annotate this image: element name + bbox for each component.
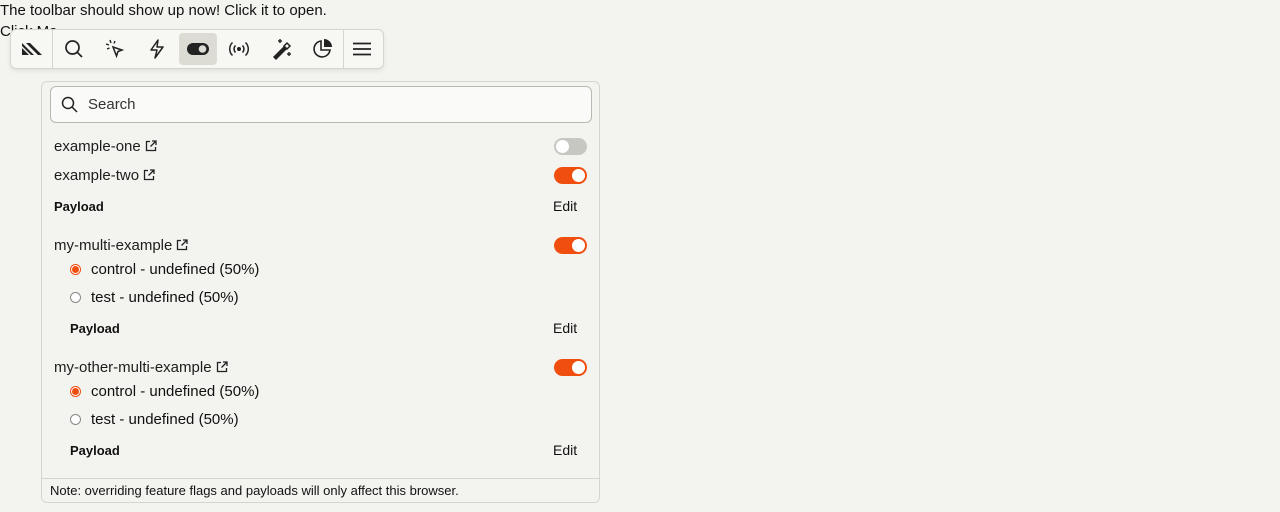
- flag-row-my-multi-example: my-multi-example: [54, 234, 587, 256]
- variant-label: test - undefined (50%): [91, 410, 239, 428]
- external-link-icon[interactable]: [143, 169, 155, 181]
- search-icon[interactable]: [55, 33, 92, 65]
- payload-row: Payload: [70, 439, 120, 461]
- flag-row-example-two: example-two: [54, 164, 587, 186]
- flag-row-my-other-multi-example: my-other-multi-example: [54, 356, 587, 378]
- magic-wand-icon[interactable]: [262, 33, 299, 65]
- external-link-icon[interactable]: [176, 239, 189, 251]
- flag-name[interactable]: my-multi-example: [54, 237, 172, 254]
- toggle-knob: [572, 238, 585, 252]
- broadcast-icon[interactable]: [221, 33, 258, 65]
- toggle-knob: [572, 360, 585, 374]
- variant-radio[interactable]: [70, 385, 81, 397]
- variant-option[interactable]: control - undefined (50%): [70, 258, 259, 280]
- variant-label: control - undefined (50%): [91, 382, 260, 400]
- edit-payload-button[interactable]: Edit: [553, 442, 577, 458]
- edit-payload-button[interactable]: Edit: [553, 320, 577, 336]
- flag-toggle[interactable]: [554, 166, 587, 184]
- variant-radio[interactable]: [70, 413, 81, 425]
- toggle-icon[interactable]: [179, 33, 217, 65]
- search-box[interactable]: [50, 86, 592, 123]
- intro-text: The toolbar should show up now! Click it…: [0, 2, 327, 19]
- payload-label: Payload: [70, 320, 120, 336]
- lightning-icon[interactable]: [138, 33, 175, 65]
- toggle-knob: [572, 168, 585, 182]
- flag-toggle[interactable]: [554, 236, 587, 254]
- flag-toggle[interactable]: [554, 137, 587, 155]
- pointer-click-icon[interactable]: [97, 33, 134, 65]
- flag-name[interactable]: my-other-multi-example: [54, 359, 212, 376]
- external-link-icon[interactable]: [145, 140, 157, 152]
- toolbar-divider: [52, 29, 54, 69]
- search-icon: [61, 96, 78, 113]
- payload-label: Payload: [70, 442, 120, 458]
- variant-label: test - undefined (50%): [91, 288, 239, 306]
- flag-row-example-one: example-one: [54, 135, 587, 157]
- flag-name[interactable]: example-one: [54, 138, 141, 155]
- toolbar: [10, 29, 384, 69]
- feature-flags-panel: example-one example-two Payload Edit my-…: [41, 81, 600, 503]
- flag-name[interactable]: example-two: [54, 167, 139, 184]
- variant-radio[interactable]: [70, 291, 81, 303]
- payload-label: Payload: [54, 198, 104, 214]
- variant-option[interactable]: control - undefined (50%): [70, 380, 259, 402]
- variant-label: control - undefined (50%): [91, 260, 260, 278]
- variant-option[interactable]: test - undefined (50%): [70, 408, 239, 430]
- flag-toggle[interactable]: [554, 358, 587, 376]
- toggle-knob: [556, 139, 569, 153]
- edit-payload-button[interactable]: Edit: [553, 198, 577, 214]
- browser-override-note: Note: overriding feature flags and paylo…: [42, 478, 599, 502]
- search-input[interactable]: [86, 95, 570, 114]
- payload-row: Payload: [70, 317, 120, 339]
- posthog-logo-icon[interactable]: [13, 33, 50, 65]
- pie-chart-icon[interactable]: [303, 33, 340, 65]
- variant-option[interactable]: test - undefined (50%): [70, 286, 239, 308]
- variant-radio[interactable]: [70, 263, 81, 275]
- payload-row: Payload: [54, 195, 104, 217]
- menu-icon[interactable]: [344, 33, 381, 65]
- external-link-icon[interactable]: [216, 361, 228, 373]
